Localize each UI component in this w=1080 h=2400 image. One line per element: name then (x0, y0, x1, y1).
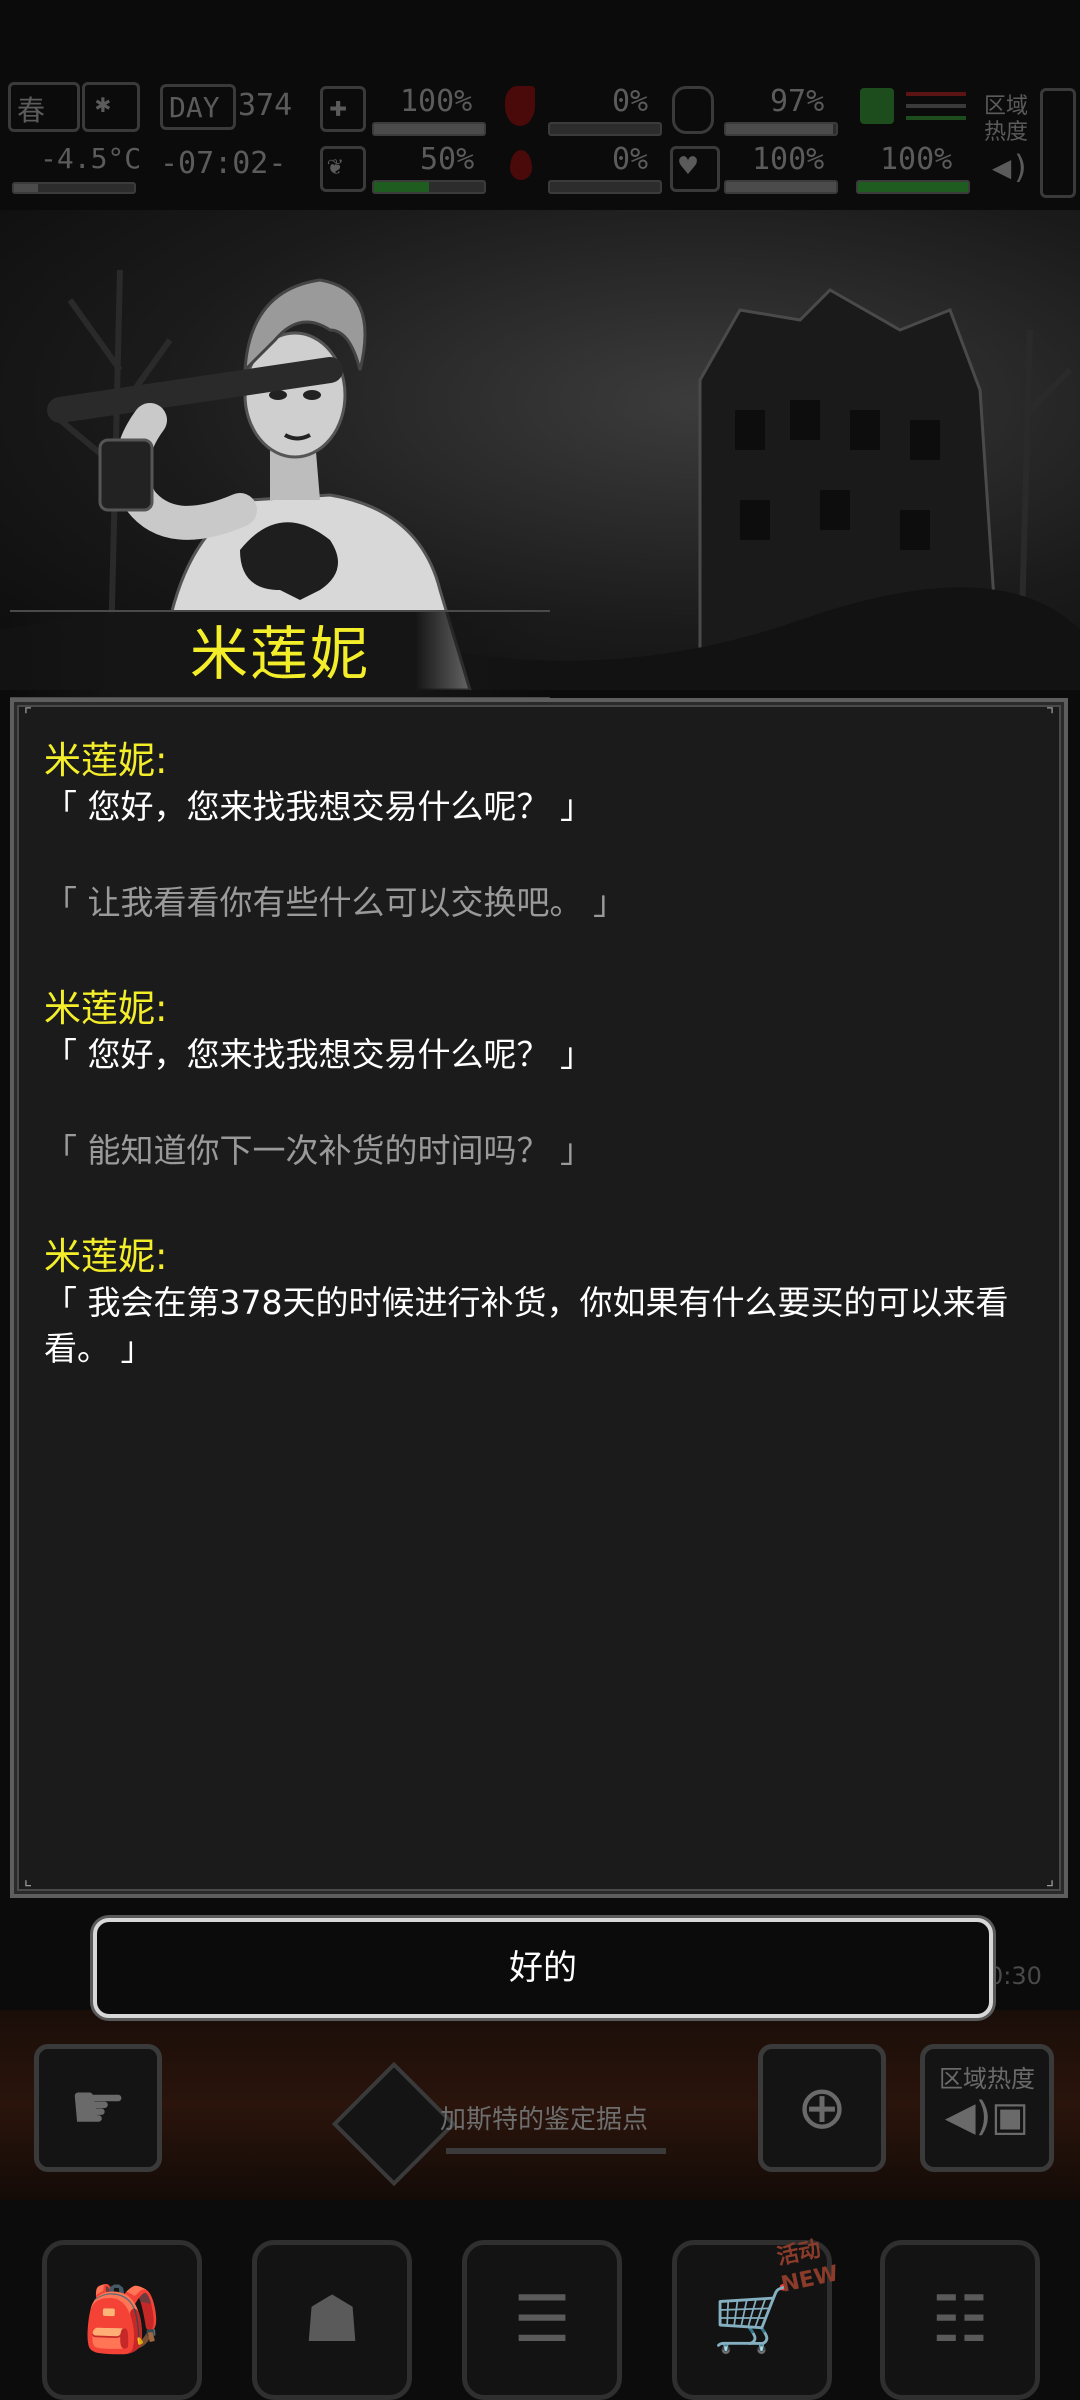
player-message: 「 让我看看你有些什么可以交换吧。 」 (44, 880, 1034, 926)
corner-ornament: ⌞ (23, 1869, 33, 1890)
day-number: 374 (238, 88, 293, 123)
medkit-icon: ✚ (320, 86, 366, 132)
stat-bar (372, 180, 486, 194)
stat-bar (856, 180, 970, 194)
speaker-name: 米莲妮: (44, 987, 168, 1030)
card-icon: ⊕ (796, 2073, 848, 2143)
stat-value: 100% (880, 142, 953, 177)
quick-action-button[interactable]: ☛ (34, 2044, 162, 2172)
journal-button[interactable]: ☰ (462, 2240, 622, 2400)
stat-value: 0% (612, 142, 649, 177)
player-line: 「 让我看看你有些什么可以交换吧。 」 (44, 883, 626, 922)
backpack-icon: 🎒 (82, 2283, 162, 2357)
blood-drop-icon (510, 150, 532, 180)
skills-button[interactable]: ☗ (252, 2240, 412, 2400)
backpack-button[interactable]: 🎒 (42, 2240, 202, 2400)
ok-button[interactable]: 好的 (93, 1918, 993, 2018)
clock: -07:02- (160, 146, 287, 181)
day-label: DAY (169, 91, 220, 124)
stat-value: 0% (612, 84, 649, 119)
brain-head-icon: ☗ (303, 2283, 361, 2357)
corner-ornament: ⌜ (23, 705, 33, 726)
speaker-icon: ◀) (992, 148, 1031, 186)
stat-bar (724, 122, 838, 136)
region-heat-button[interactable]: 区域热度 ◀)▣ (920, 2044, 1054, 2172)
npc-message: 米莲妮: 「 我会在第378天的时候进行补货，你如果有什么要买的可以来看看。 」 (44, 1234, 1034, 1372)
npc-message: 米莲妮: 「 您好，您来找我想交易什么呢？ 」 (44, 738, 1034, 830)
season-label: 春 (17, 94, 46, 127)
npc-name-banner: 米莲妮 (10, 610, 550, 699)
speaker-name: 米莲妮: (44, 739, 168, 782)
journal-icon: ☰ (513, 2283, 571, 2357)
stat-bar (548, 122, 662, 136)
stat-bar (372, 122, 486, 136)
day-box: DAY (160, 84, 236, 130)
stomach-icon (505, 86, 535, 126)
status-hud: 春 ✱ DAY 374 -4.5°C -07:02- ✚ 100% 0% 97%… (0, 70, 1080, 210)
speaker-name: 米莲妮: (44, 1235, 168, 1278)
npc-name: 米莲妮 (189, 620, 370, 688)
hand-pointer-icon: ☛ (69, 2071, 127, 2145)
dialog-panel[interactable]: ⌜ ⌝ ⌞ ⌟ 米莲妮: 「 您好，您来找我想交易什么呢？ 」 「 让我看看你有… (10, 698, 1068, 1898)
shop-button[interactable]: 🛒 活动 NEW (672, 2237, 841, 2400)
temperature: -4.5°C (40, 142, 142, 175)
timer-fragment: 0:30 (988, 1962, 1042, 1990)
stat-value: 100% (400, 84, 473, 119)
heart-icon: ♥ (670, 146, 720, 192)
bottom-nav: 🎒 ☗ ☰ 🛒 活动 NEW ☷ (0, 2200, 1080, 2400)
season-box: 春 (8, 82, 80, 132)
npc-line: 「 您好，您来找我想交易什么呢？ 」 (44, 787, 593, 826)
stat-bar (548, 180, 662, 194)
brain-icon: ❦ (320, 146, 366, 192)
player-line: 「 能知道你下一次补货的时间吗？ 」 (44, 1131, 593, 1170)
stat-value: 50% (420, 142, 475, 177)
stat-bar (724, 180, 838, 194)
canteen-icon (672, 86, 714, 134)
region-heat-label: 区域 热度 (984, 94, 1029, 145)
npc-line: 「 您好，您来找我想交易什么呢？ 」 (44, 1035, 593, 1074)
heat-gauge (1040, 88, 1076, 198)
map-card-button[interactable]: ⊕ (758, 2044, 886, 2172)
stat-value: 97% (770, 84, 825, 119)
camp-progress (446, 2148, 666, 2154)
camp-label[interactable]: 加斯特的鉴定据点 (440, 2100, 660, 2140)
menu-button[interactable]: ☷ (880, 2240, 1040, 2400)
npc-message: 米莲妮: 「 您好，您来找我想交易什么呢？ 」 (44, 986, 1034, 1078)
corner-ornament: ⌝ (1045, 705, 1055, 726)
stamina-icon (860, 88, 894, 124)
snow-icon: ✱ (82, 82, 140, 132)
menu-list-icon: ☷ (931, 2283, 989, 2357)
shopping-cart-icon: 🛒 (712, 2283, 792, 2357)
corner-ornament: ⌟ (1045, 1869, 1055, 1890)
npc-line: 「 我会在第378天的时候进行补货，你如果有什么要买的可以来看看。 」 (44, 1283, 1009, 1368)
speaker-icon: ◀)▣ (944, 2094, 1030, 2140)
stat-value: 100% (752, 142, 825, 177)
player-message: 「 能知道你下一次补货的时间吗？ 」 (44, 1128, 1034, 1174)
temperature-bar (12, 182, 136, 194)
region-heat-label: 区域热度 (939, 2065, 1035, 2093)
